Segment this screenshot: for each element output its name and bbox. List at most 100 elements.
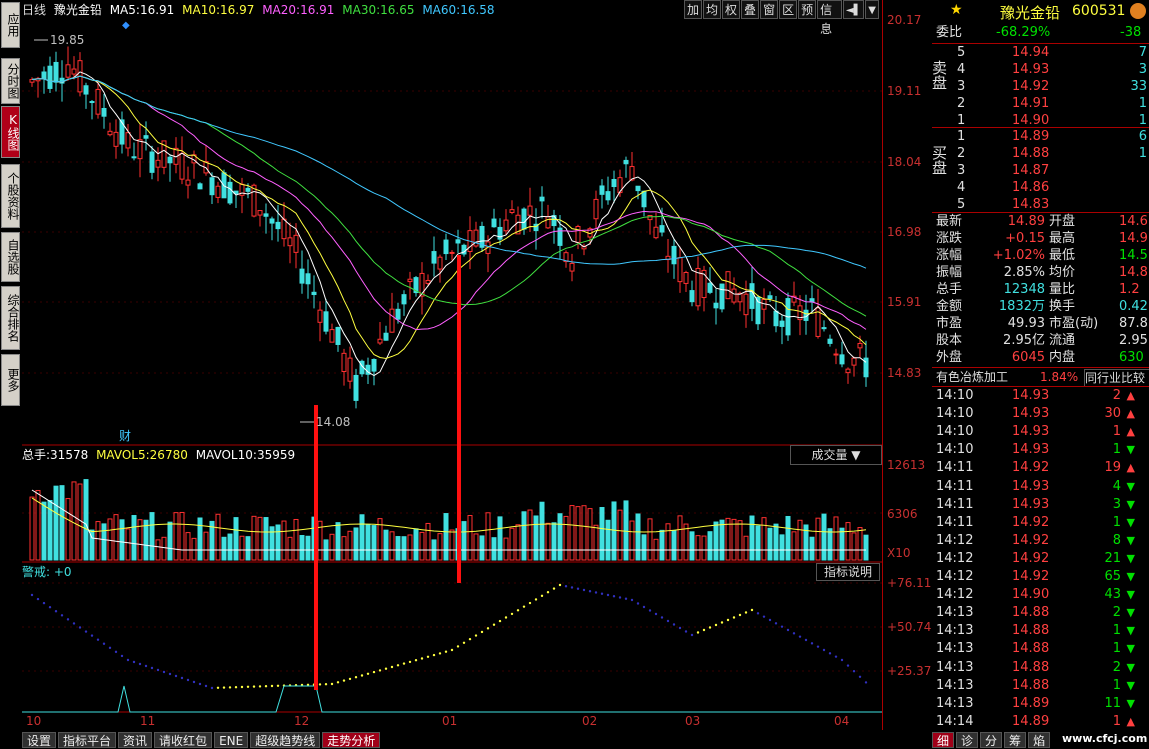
buy-row[interactable]: 2 14.88 1 [932,145,1149,162]
volume-indicator-selector[interactable]: 成交量 ▼ [790,445,882,465]
tick-row: 14:10 14.93 1 ▲ [932,423,1149,441]
tick-price: 14.88 [1012,659,1050,675]
indicator-dot [54,610,58,613]
candle-body [263,213,269,217]
indicator-help-button[interactable]: 指标说明 [816,563,880,581]
tab-detail[interactable]: 细 [932,732,955,748]
tick-volume: 11 [1104,695,1121,711]
volume-bar [95,521,101,561]
volume-bar [665,523,671,561]
buy-row[interactable]: 5 14.83 [932,196,1149,213]
tab-indicator-platform[interactable]: 指标平台 [58,732,117,748]
ma-lines-group [31,71,867,377]
tab-apps[interactable]: 应用 [1,2,20,48]
volume-bar [797,519,803,561]
candle-body [137,139,143,160]
indicator-dot [360,674,364,677]
volume-bar [569,505,575,561]
tab-diagnose[interactable]: 诊 [956,732,979,748]
financial-event-marker[interactable]: 财 [119,429,131,443]
tab-trend-analysis[interactable]: 走势分析 [322,732,381,748]
candle-body [659,225,665,233]
volume-bar [329,533,335,561]
kline-chart-canvas[interactable]: 19.85 14.08 财 [22,0,882,730]
buy-row[interactable]: 3 14.87 [932,162,1149,179]
candle-body [545,216,551,229]
tick-volume: 3 [1112,496,1121,512]
candle-body [389,308,395,333]
indicator-dot [798,635,802,638]
tab-intraday[interactable]: 分时图 [1,58,20,104]
volume-bar [515,524,521,561]
volume-bar [695,535,701,561]
industry-compare-button[interactable]: 同行业比较 [1084,369,1149,387]
tick-volume: 2 [1112,659,1121,675]
tab-super-trend[interactable]: 超级趋势线 [250,732,321,748]
candle-body [845,368,851,374]
tab-chips[interactable]: 筹 [1004,732,1027,748]
candle-body [767,295,773,300]
candle-body [257,210,263,216]
tick-volume: 65 [1104,569,1121,584]
month-tick: 03 [685,714,701,728]
indicator-dot [696,631,700,634]
tab-red-packet[interactable]: 请收红包 [154,732,213,748]
candle-body [113,131,119,147]
level-number: 4 [957,180,966,195]
indicator-tick: +50.74 [887,620,932,634]
buy-row[interactable]: 1 14.89 6 [932,128,1149,145]
indicator-dot [510,612,514,616]
tab-distribution[interactable]: 分 [980,732,1003,748]
industry-name[interactable]: 有色冶炼加工 [936,368,1008,386]
tick-volume: 2 [1112,388,1121,403]
tab-ene[interactable]: ENE [214,732,249,748]
candle-body [671,245,677,265]
sell-row[interactable]: 2 14.91 1 [932,95,1149,112]
tick-price: 14.88 [1012,677,1050,693]
volume-bar [521,511,527,561]
tab-ranking[interactable]: 综合排名 [1,286,20,350]
volume-bar [845,522,851,561]
candle-body [635,185,641,192]
sell-row[interactable]: 3 14.92 33 [932,78,1149,95]
candle-body [83,85,89,95]
indicator-dot [702,628,706,632]
month-tick: 12 [294,714,310,728]
tab-kline[interactable]: K线图 [1,106,20,158]
volume-bar [437,533,443,561]
buy-row[interactable]: 4 14.86 [932,179,1149,196]
sell-row[interactable]: 5 14.94 7 [932,44,1149,61]
indicator-dot [612,595,616,598]
indicator-dot [384,667,388,670]
indicator-dot [456,645,460,648]
indicator-dot [492,623,496,626]
volume-bar [263,517,269,561]
tab-news[interactable]: 资讯 [118,732,153,748]
sell-row[interactable]: 4 14.93 3 [932,61,1149,78]
volume-bar [671,529,677,561]
tab-flame[interactable]: 焰 [1028,732,1051,748]
buy-volume: 6 [1138,129,1147,144]
globe-icon[interactable] [1130,3,1146,19]
quote-row: 市盈 49.93 市盈(动) 87.8 [932,315,1149,332]
volume-bar [485,512,491,561]
sell-volume: 3 [1138,62,1147,77]
star-icon[interactable]: ★ [950,2,963,18]
tick-price: 14.92 [1012,569,1050,584]
volume-bar [275,524,281,561]
tick-time: 14:10 [936,424,974,440]
indicator-dot [594,591,598,594]
tick-volume: 19 [1104,460,1121,476]
tab-more[interactable]: 更多 [1,354,20,406]
quote-value: 1.2 [1119,282,1140,297]
tab-stock-profile[interactable]: 个股资料 [1,164,20,228]
tick-volume: 8 [1112,532,1121,548]
volume-bar [83,479,89,561]
volume-bar [491,537,497,561]
candle-body [437,256,443,270]
tab-watchlist[interactable]: 自选股 [1,232,20,282]
indicator-dot [432,653,436,657]
quote-label: 最高 [1049,231,1076,246]
tab-settings[interactable]: 设置 [22,732,57,748]
volume-bar [617,509,623,561]
